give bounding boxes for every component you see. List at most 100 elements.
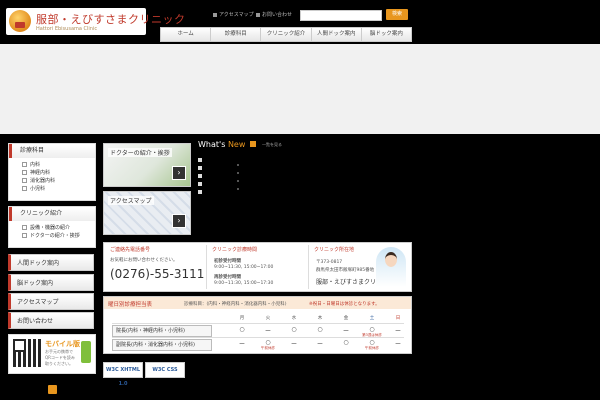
news-list-button[interactable]: 一覧を見る <box>262 142 282 148</box>
sidebar-contact-button[interactable]: お問い合わせ <box>8 312 94 329</box>
schedule-row-director: 院長(内科・神経内科・小児科) <box>112 325 212 337</box>
schedule-title: 曜日別診療担当表 <box>108 302 153 308</box>
address: 群馬県太田市飯塚町985番地 <box>316 268 375 273</box>
mobile-site-box[interactable]: モバイル版 お手元の携帯でQRコードを読み取りください。 <box>8 334 96 374</box>
schedule-cell: ー <box>394 341 401 348</box>
day-mon: 月 <box>239 316 245 321</box>
search-button[interactable]: 検索 <box>386 9 408 20</box>
day-fri: 金 <box>343 316 349 321</box>
schedule-cell: ○ <box>369 326 375 333</box>
schedule-cell: ー <box>394 328 401 335</box>
mascot-icon <box>9 10 31 32</box>
sidebar-clinic-title: クリニック紹介 <box>9 207 95 221</box>
divider <box>206 245 207 289</box>
sidebar-item-pediatrics[interactable]: 小児科 <box>22 185 95 193</box>
sidebar-departments-title: 診療科目 <box>9 144 95 158</box>
nurse-photo <box>376 247 406 287</box>
news-bullet-icon <box>198 174 202 178</box>
schedule-cell: ー <box>290 341 297 348</box>
day-thu: 木 <box>317 316 323 321</box>
day-sun: 日 <box>395 316 401 321</box>
sidebar-access-map-button[interactable]: アクセスマップ <box>8 293 94 310</box>
sidebar-departments: 診療科目 内科 神経内科 消化器内科 小児科 <box>8 143 96 201</box>
schedule-cell: ー <box>238 341 245 348</box>
schedule-table: 曜日別診療担当表 診療科目：(内科・神経内科・消化器内科・小児科) ※祝日・日曜… <box>103 296 412 354</box>
schedule-cell: ○ <box>317 326 323 333</box>
whats-new-title: What's New <box>198 140 246 149</box>
logo-subtitle: Hattori Ebisusama Clinic <box>36 26 98 32</box>
nav-departments[interactable]: 診療科目 <box>211 28 262 41</box>
logo-title: 服部・えびすさまクリニック <box>36 13 186 26</box>
schedule-cell-note: 午前休診 <box>261 346 275 350</box>
w3c-xhtml-badge[interactable]: W3C XHTML 1.0 <box>103 362 143 387</box>
rss-icon[interactable] <box>48 385 57 394</box>
qr-code-icon <box>13 339 41 367</box>
access-map-link[interactable]: アクセスマップ <box>213 11 254 18</box>
contact-link[interactable]: お問い合わせ <box>256 11 292 18</box>
schedule-cell: ○ <box>239 326 245 333</box>
news-bullet-icon <box>198 190 202 194</box>
mobile-label: モバイル版 <box>45 340 80 348</box>
sidebar-item-gastro[interactable]: 消化器内科 <box>22 177 95 185</box>
sidebar-item-equipment[interactable]: 設備・機器の紹介 <box>22 224 95 232</box>
day-tue: 火 <box>265 316 271 321</box>
news-bullet-icon <box>198 158 202 162</box>
zip-code: 〒373-0817 <box>316 260 343 265</box>
news-dot <box>237 164 239 166</box>
chevron-right-icon: › <box>172 214 186 228</box>
nav-brain-checkup[interactable]: 脳ドック案内 <box>362 28 411 41</box>
nav-home[interactable]: ホーム <box>161 28 212 41</box>
access-thumb[interactable]: アクセスマップ › <box>103 191 191 235</box>
schedule-departments-note: 診療科目：(内科・神経内科・消化器内科・小児科) <box>184 302 287 307</box>
hours-heading: クリニック診療時間 <box>212 247 258 253</box>
doctor-thumb-title: ドクターの紹介・挨拶 <box>108 148 172 157</box>
news-dot <box>237 172 239 174</box>
address-heading: クリニック所在地 <box>314 247 355 253</box>
schedule-cell: ー <box>316 341 323 348</box>
divider <box>308 245 309 289</box>
main-nav: ホーム 診療科目 クリニック紹介 人間ドック案内 脳ドック案内 <box>160 27 412 42</box>
schedule-cell: ○ <box>291 326 297 333</box>
first-visit-hours: 9:00~11:30, 15:00~17:00 <box>214 265 274 270</box>
rss-icon[interactable] <box>250 141 256 147</box>
nav-health-checkup[interactable]: 人間ドック案内 <box>312 28 362 41</box>
news-bullet-icon <box>198 182 202 186</box>
news-dot <box>237 188 239 190</box>
w3c-css-badge[interactable]: W3C CSS <box>145 362 185 378</box>
phone-subtext: お気軽にお問い合わせください。 <box>110 258 178 263</box>
schedule-holiday-note: ※祝日・日曜日は休診となります。 <box>309 302 380 307</box>
nav-clinic-intro[interactable]: クリニック紹介 <box>261 28 312 41</box>
divider <box>112 323 404 324</box>
contact-panel: ご連絡先電話番号 お気軽にお問い合わせください。 (0276)-55-3111 … <box>103 242 412 292</box>
sidebar-brain-checkup-button[interactable]: 脳ドック案内 <box>8 274 94 291</box>
first-visit-label: 初診受付時間 <box>214 259 241 264</box>
sidebar-health-checkup-button[interactable]: 人間ドック案内 <box>8 254 94 271</box>
day-wed: 水 <box>291 316 297 321</box>
schedule-cell: ○ <box>265 339 271 346</box>
schedule-cell: ー <box>264 328 271 335</box>
clinic-logo[interactable]: 服部・えびすさまクリニック Hattori Ebisusama Clinic <box>6 8 185 35</box>
sidebar-item-neurology[interactable]: 神経内科 <box>22 169 95 177</box>
doctor-thumb[interactable]: ドクターの紹介・挨拶 › <box>103 143 191 187</box>
phone-heading: ご連絡先電話番号 <box>110 247 151 253</box>
sidebar-clinic: クリニック紹介 設備・機器の紹介 ドクターの紹介・挨拶 <box>8 206 96 248</box>
schedule-cell-note: 午前休診 <box>365 346 379 350</box>
mobile-description: お手元の携帯でQRコードを読み取りください。 <box>45 349 75 366</box>
news-bullet-icon <box>198 166 202 170</box>
schedule-row-vice-director: 副院長(内科・消化器内科・小児科) <box>112 339 212 351</box>
news-dot <box>237 180 239 182</box>
schedule-cell: ○ <box>369 339 375 346</box>
search-input[interactable] <box>300 10 382 21</box>
day-sat: 土 <box>369 316 375 321</box>
hero-banner <box>0 44 600 134</box>
return-visit-hours: 9:00~11:30, 15:00~17:30 <box>214 281 274 286</box>
chevron-right-icon: › <box>172 166 186 180</box>
square-icon <box>256 12 260 17</box>
sidebar-item-doctor[interactable]: ドクターの紹介・挨拶 <box>22 232 95 240</box>
divider <box>112 337 404 338</box>
schedule-cell: ー <box>342 328 349 335</box>
sidebar-item-internal[interactable]: 内科 <box>22 161 95 169</box>
square-icon <box>213 12 217 17</box>
phone-number[interactable]: (0276)-55-3111 <box>110 267 204 281</box>
mobile-phone-icon <box>81 341 91 363</box>
